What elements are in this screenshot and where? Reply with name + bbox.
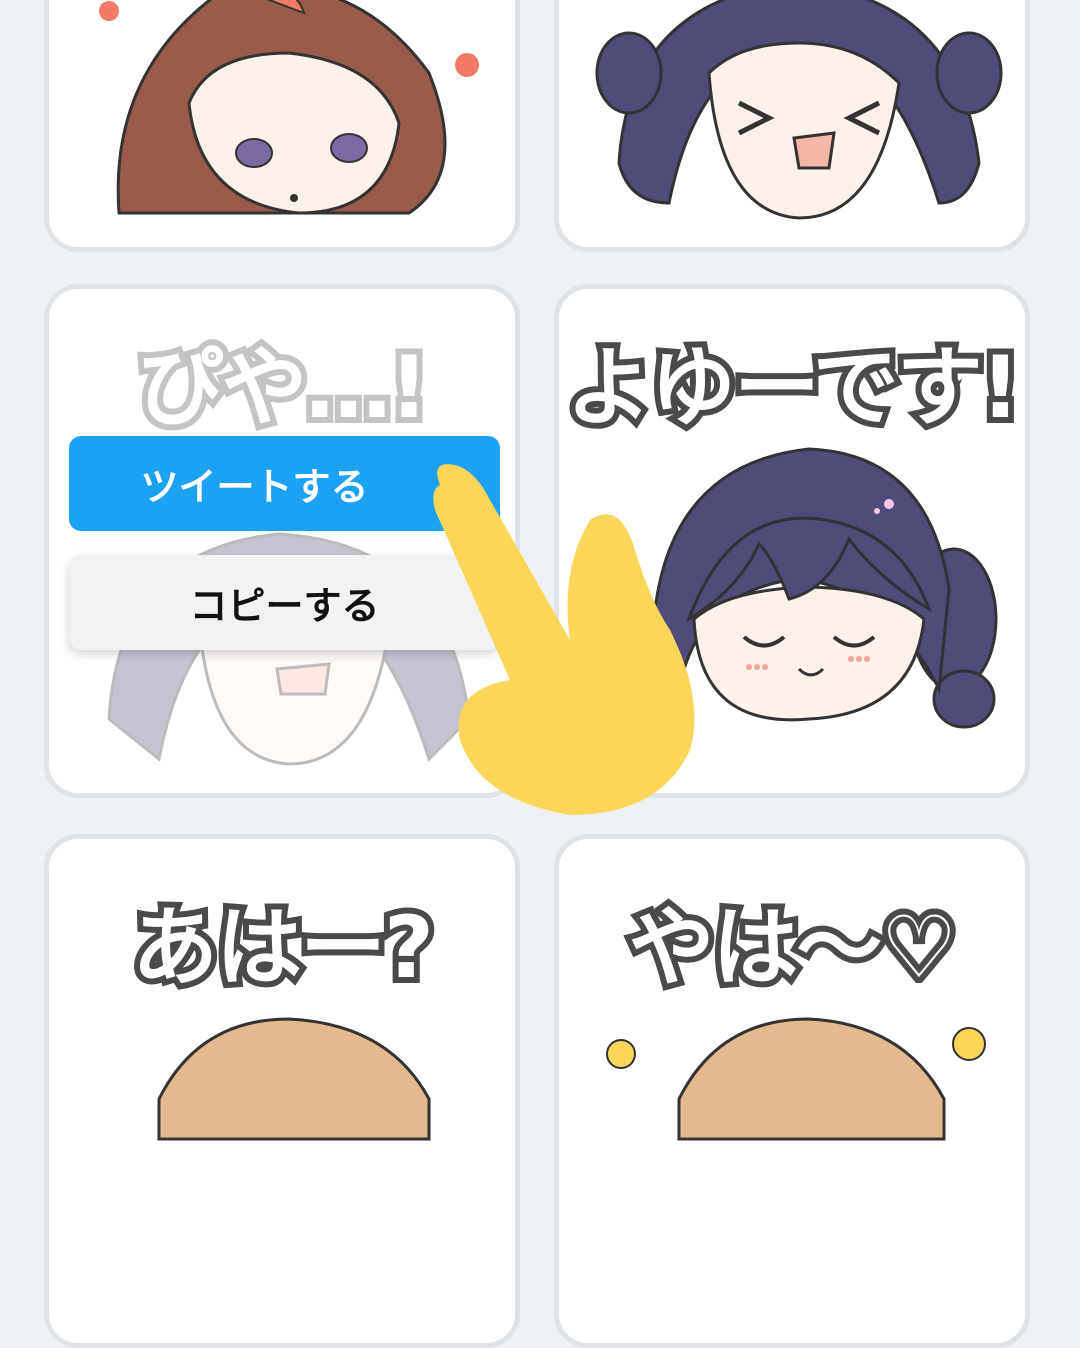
sticker-illustration-beige-hair-flowers [606, 1017, 986, 1141]
sticker-illustration-purple-hair-shocked [107, 532, 471, 766]
sticker-illustration-beige-hair [157, 1017, 431, 1141]
sticker-illustration-purple-hair-smile [652, 447, 998, 729]
tweet-button[interactable]: ツイートする [69, 436, 500, 531]
sticker-card-6[interactable]: やは〜♡ [554, 834, 1030, 1348]
sticker-illustration-brown-hair [99, 0, 479, 215]
copy-button[interactable]: コピーする [69, 555, 500, 650]
sticker-grid: ぴや…! よゆーです! あはー? やは〜♡ [0, 0, 1080, 1348]
copy-button-label: コピーする [189, 584, 380, 628]
sticker-card-5[interactable]: あはー? [44, 834, 520, 1348]
tweet-button-label: ツイートする [140, 465, 369, 509]
sticker-card-2[interactable] [554, 0, 1030, 252]
sticker-card-1[interactable] [44, 0, 520, 252]
sticker-card-4[interactable]: よゆーです! [554, 284, 1030, 798]
sticker-illustration-purple-hair-squint [595, 0, 1003, 220]
sticker-card-3[interactable]: ぴや…! [44, 284, 520, 798]
